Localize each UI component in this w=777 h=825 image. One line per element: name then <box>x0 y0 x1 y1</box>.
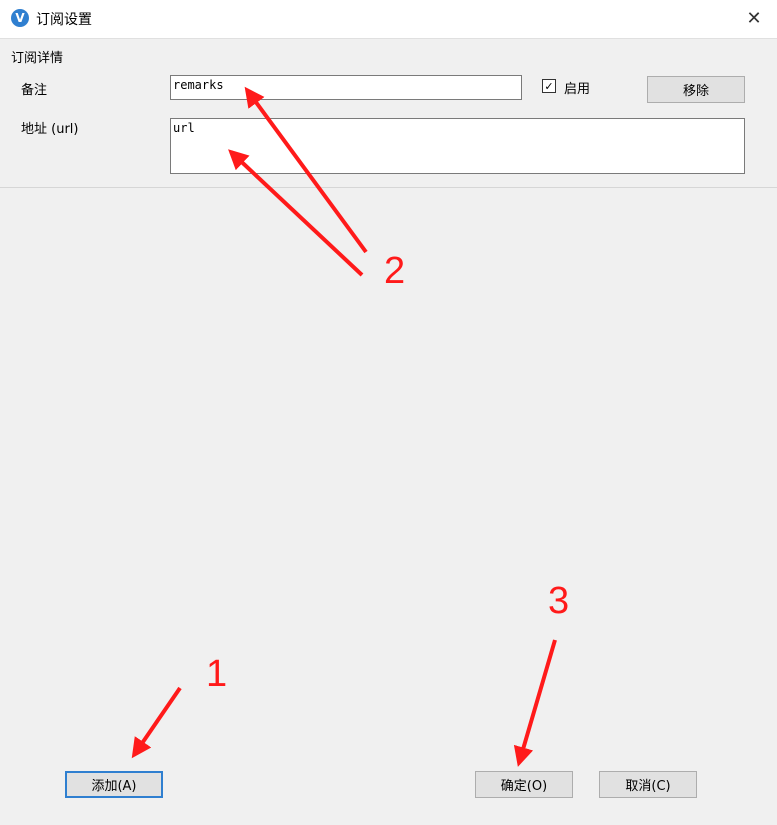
annotation-number-3: 3 <box>548 580 570 622</box>
app-logo-icon: V <box>11 9 29 27</box>
remove-button[interactable]: 移除 <box>647 76 745 103</box>
remarks-label: 备注 <box>21 83 48 98</box>
close-icon[interactable]: ✕ <box>740 5 768 31</box>
annotation-arrow-3 <box>513 639 557 767</box>
enable-checkbox[interactable]: ✓ <box>542 79 556 93</box>
annotation-number-1: 1 <box>206 653 228 695</box>
title-bar: V 订阅设置 ✕ <box>0 0 777 39</box>
ok-button[interactable]: 确定(O) <box>475 771 573 798</box>
annotation-number-2: 2 <box>384 250 406 292</box>
remarks-input[interactable]: remarks <box>170 75 522 100</box>
annotation-arrow-1 <box>131 686 182 759</box>
add-button[interactable]: 添加(A) <box>65 771 163 798</box>
cancel-button[interactable]: 取消(C) <box>599 771 697 798</box>
window-title: 订阅设置 <box>36 12 92 28</box>
enable-label: 启用 <box>564 82 591 97</box>
checkmark-icon: ✓ <box>544 79 554 93</box>
group-title: 订阅详情 <box>11 51 64 66</box>
url-input[interactable]: url <box>170 118 745 174</box>
url-label: 地址 (url) <box>21 122 79 137</box>
